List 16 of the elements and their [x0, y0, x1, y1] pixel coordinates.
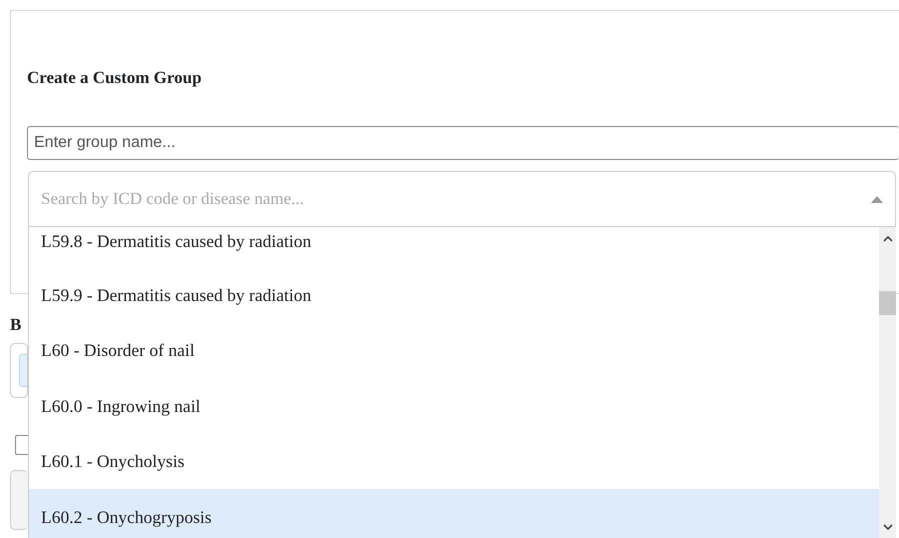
dropdown-header[interactable]: Search by ICD code or disease name...	[28, 171, 896, 227]
dropdown-option[interactable]: L60.0 - Ingrowing nail	[29, 378, 879, 434]
group-name-field[interactable]: Enter group name...	[27, 126, 899, 160]
scroll-up-icon[interactable]	[883, 235, 893, 242]
dropdown-option[interactable]: L60 - Disorder of nail	[29, 322, 879, 378]
scroll-down-icon[interactable]	[883, 524, 893, 531]
section-heading: Create a Custom Group	[27, 68, 202, 88]
dropdown-option[interactable]: L60.1 - Onycholysis	[29, 434, 879, 489]
caret-icon[interactable]	[871, 196, 883, 202]
button[interactable]	[10, 470, 28, 530]
dropdown-option[interactable]: L60.2 - Onychogryposis	[29, 489, 879, 538]
scrollbar[interactable]	[879, 227, 896, 538]
dropdown-option[interactable]: L59.8 - Dermatitis caused by radiation	[29, 227, 879, 267]
dropdown-option[interactable]: L59.9 - Dermatitis caused by radiation	[29, 267, 879, 322]
field-label: B	[10, 314, 22, 336]
scrollbar-thumb[interactable]	[879, 291, 896, 315]
